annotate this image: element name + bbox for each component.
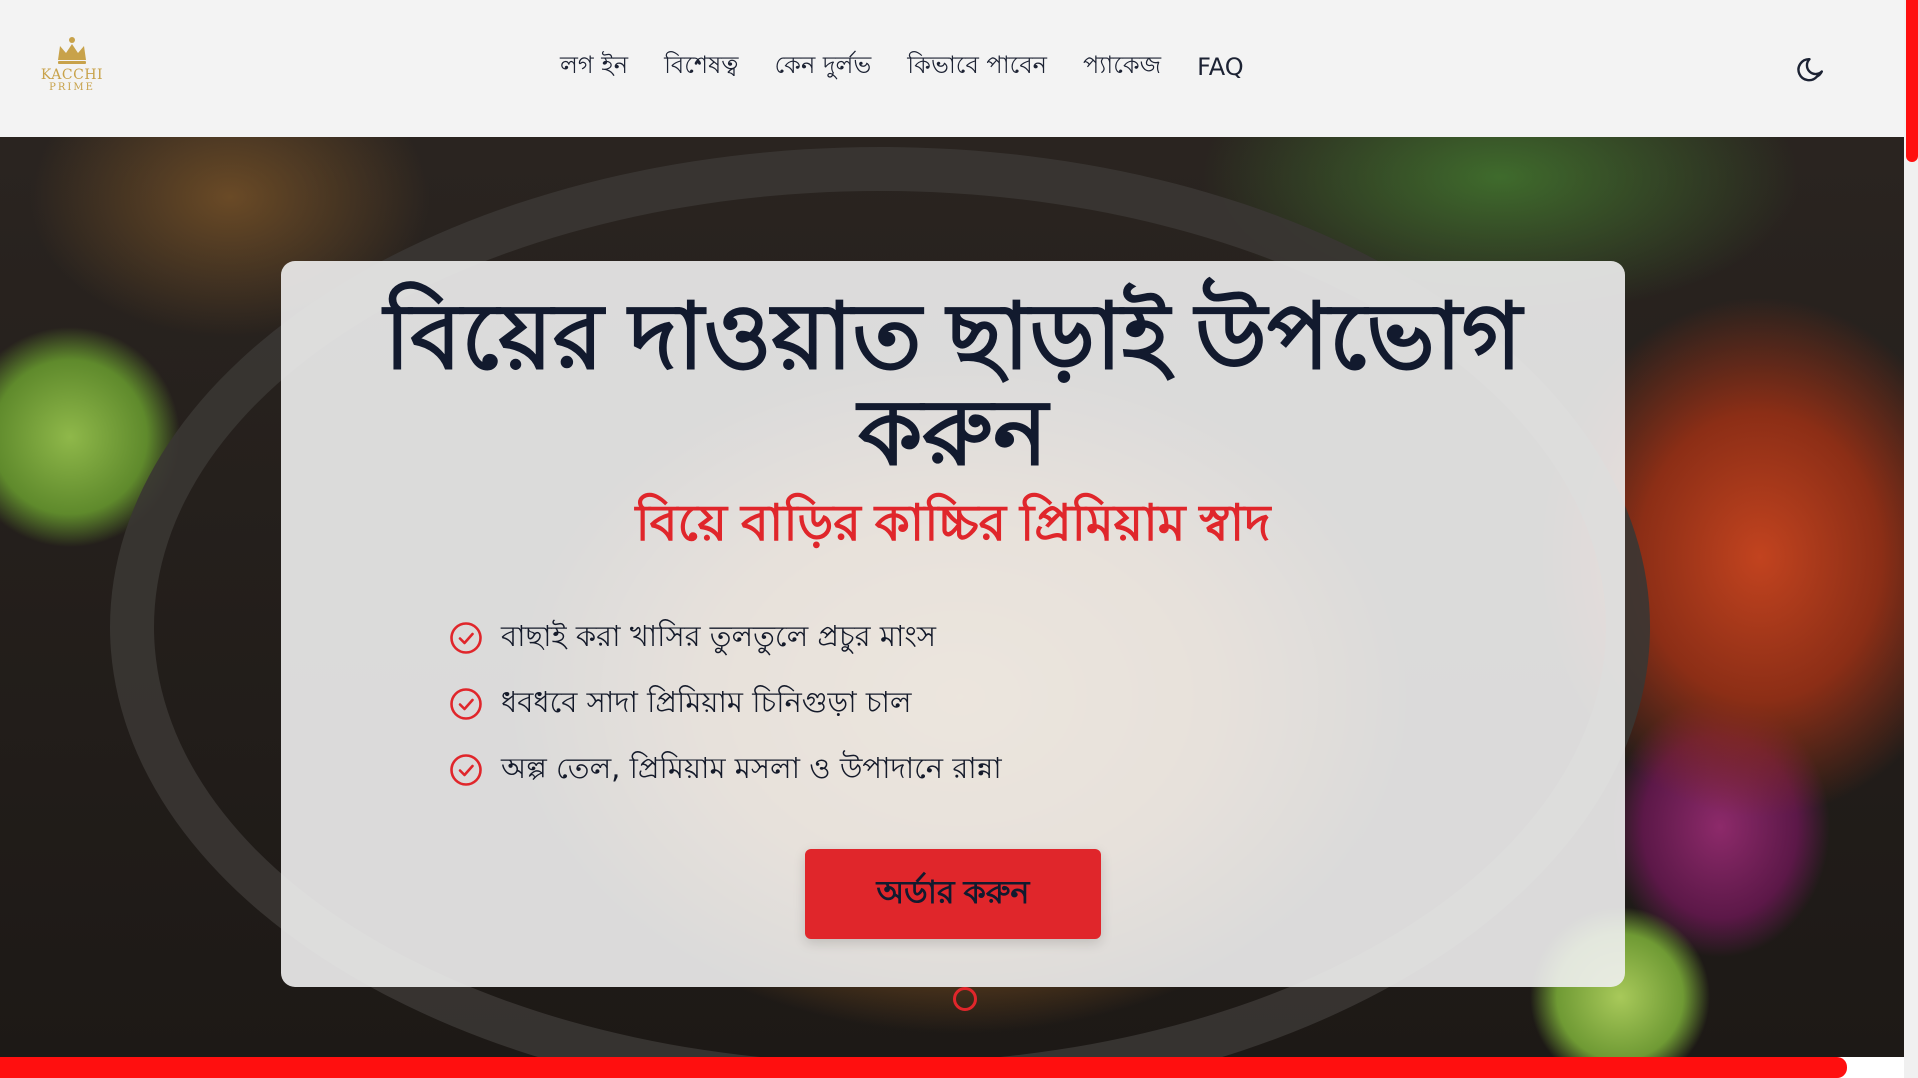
order-button[interactable]: অর্ডার করুন — [805, 849, 1101, 939]
scrollbar-thumb[interactable] — [1906, 0, 1918, 162]
theme-toggle-button[interactable] — [1794, 53, 1828, 87]
nav-specialty[interactable]: বিশেষত্ব — [664, 47, 738, 87]
list-item: বাছাই করা খাসির তুলতুলে প্রচুর মাংস — [449, 605, 1002, 671]
moon-icon — [1797, 57, 1823, 82]
hero-section: বিয়ের দাওয়াত ছাড়াই উপভোগ করুন বিয়ে ব… — [0, 137, 1904, 1057]
site-header: KACCHI PRIME লগ ইন বিশেষত্ব কেন দুর্লভ ক… — [0, 0, 1904, 137]
brand-tagline: PRIME — [49, 82, 95, 93]
hero-card: বিয়ের দাওয়াত ছাড়াই উপভোগ করুন বিয়ে ব… — [281, 261, 1625, 987]
feature-text: অল্প তেল, প্রিমিয়াম মসলা ও উপাদানে রান্… — [501, 750, 1002, 785]
hero-title: বিয়ের দাওয়াত ছাড়াই উপভোগ করুন — [384, 286, 1522, 484]
scroll-progress-fill — [0, 1057, 1847, 1078]
nav-how-to-get[interactable]: কিভাবে পাবেন — [907, 47, 1047, 87]
feature-list: বাছাই করা খাসির তুলতুলে প্রচুর মাংস ধবধব… — [449, 605, 1002, 803]
list-item: ধবধবে সাদা প্রিমিয়াম চিনিগুড়া চাল — [449, 671, 1002, 737]
brand-name: KACCHI — [40, 67, 104, 83]
brand-logo[interactable]: KACCHI PRIME — [38, 36, 106, 102]
check-circle-icon — [450, 754, 482, 786]
nav-login[interactable]: লগ ইন — [560, 47, 628, 87]
check-circle-icon — [450, 688, 482, 720]
list-item: অল্প তেল, প্রিমিয়াম মসলা ও উপাদানে রান্… — [449, 737, 1002, 803]
hero-subtitle: বিয়ে বাড়ির কাচ্চির প্রিমিয়াম স্বাদ — [635, 495, 1271, 551]
nav-why-rare[interactable]: কেন দুর্লভ — [774, 47, 871, 87]
main-nav: লগ ইন বিশেষত্ব কেন দুর্লভ কিভাবে পাবেন প… — [560, 46, 1244, 88]
nav-faq[interactable]: FAQ — [1197, 53, 1244, 81]
check-circle-icon — [450, 622, 482, 654]
scrollbar[interactable] — [1904, 0, 1918, 1078]
feature-text: বাছাই করা খাসির তুলতুলে প্রচুর মাংস — [501, 618, 937, 653]
nav-packages[interactable]: প্যাকেজ — [1083, 47, 1161, 87]
slider-dot[interactable] — [953, 987, 977, 1011]
scroll-progress-bar — [0, 1057, 1904, 1078]
feature-text: ধবধবে সাদা প্রিমিয়াম চিনিগুড়া চাল — [501, 684, 912, 719]
crown-icon — [58, 37, 86, 64]
